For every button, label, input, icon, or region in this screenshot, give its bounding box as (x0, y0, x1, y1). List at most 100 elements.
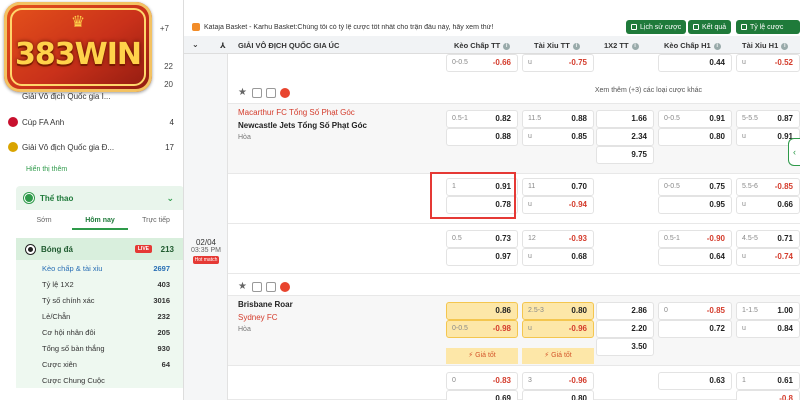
odds-cell[interactable]: 0.64 (658, 248, 732, 266)
side-collapse-tab[interactable]: ‹ (788, 138, 800, 166)
column-header-label: Tài Xỉu TT (534, 41, 570, 50)
brand-logo[interactable]: ♛ 383WIN (4, 2, 152, 92)
odds-cell[interactable]: 0.86 (446, 302, 518, 320)
info-icon[interactable]: i (713, 42, 721, 50)
odds-cell[interactable]: 11.5 0.88 (522, 110, 594, 128)
odds-cell[interactable]: 2.20 (596, 320, 654, 338)
bet-type-item[interactable]: Cơ hội nhân đôi 205 (16, 324, 183, 340)
bet-type-item[interactable]: Kèo chấp & tài xỉu 2697 (16, 260, 183, 276)
away-team[interactable]: Sydney FC (238, 313, 438, 322)
odds-cell[interactable]: 1-1.5 1.00 (736, 302, 800, 320)
eye-icon[interactable] (266, 88, 276, 98)
chevron-down-icon[interactable]: ⌄ (192, 40, 199, 49)
tab-live[interactable]: Trực tiếp (128, 212, 183, 230)
home-team[interactable]: Macarthur FC Tổng Số Phạt Góc (238, 108, 438, 117)
odds-cell[interactable]: u -0.52 (736, 54, 800, 72)
handicap-label: 0 (664, 307, 668, 314)
handicap-label: u (528, 133, 532, 140)
odds-cell[interactable]: u 0.68 (522, 248, 594, 266)
bet-type-item[interactable]: Tỷ số chính xác 3016 (16, 292, 183, 308)
odds-value: -0.93 (568, 234, 587, 243)
odds-cell[interactable]: 5-5.5 0.87 (736, 110, 800, 128)
stats-icon[interactable] (252, 282, 262, 292)
odds-cell[interactable]: 0-0.5 0.91 (658, 110, 732, 128)
show-more-link[interactable]: Hiển thị thêm (26, 166, 67, 173)
odds-column-header: ⌄ ⅄ GIẢI VÔ ĐỊCH QUỐC GIA ÚC Kèo Chấp TT… (184, 36, 800, 54)
odds-cell[interactable]: 0.95 (658, 196, 732, 214)
odds-cell[interactable]: 1.66 (596, 110, 654, 128)
odds-cell[interactable]: u -0.75 (522, 54, 594, 72)
odds-cell[interactable]: u 0.84 (736, 320, 800, 338)
bet-type-item[interactable]: Cược xiên 64 (16, 356, 183, 372)
star-icon[interactable]: ★ (238, 88, 248, 98)
left-sidebar: ♛ 383WIN +7 22 20 Giải Vô địch Quốc gia … (0, 0, 184, 400)
info-icon[interactable]: i (781, 42, 789, 50)
hot-match-badge: Hot match (192, 256, 220, 264)
info-icon[interactable]: i (631, 42, 639, 50)
odds-cell[interactable]: 0-0.5 0.75 (658, 178, 732, 196)
odds-cell[interactable]: 4.5-5 0.71 (736, 230, 800, 248)
odds-cell[interactable]: 0-0.5 -0.66 (446, 54, 518, 72)
star-icon[interactable]: ★ (238, 282, 248, 292)
odds-cell[interactable]: 0.88 (446, 128, 518, 146)
odds-cell[interactable]: 0.69 (446, 390, 518, 400)
info-icon[interactable]: i (503, 42, 511, 50)
odds-cell[interactable]: 2.86 (596, 302, 654, 320)
bet-type-item[interactable]: Lẻ/Chẵn 232 (16, 308, 183, 324)
tab-today[interactable]: Hôm nay (72, 212, 128, 230)
odds-cell[interactable]: 11 0.70 (522, 178, 594, 196)
bet-history-button[interactable]: Lịch sử cược (626, 20, 687, 34)
bet-type-item[interactable]: Cược Chung Cuộc (16, 372, 183, 388)
fire-icon[interactable] (280, 88, 290, 98)
sport-item-football[interactable]: Bóng đá LIVE 213 (16, 238, 183, 260)
bet-type-item[interactable]: Tỷ lệ 1X2 403 (16, 276, 183, 292)
odds-cell[interactable]: u 0.66 (736, 196, 800, 214)
odds-cell[interactable]: u 0.85 (522, 128, 594, 146)
bet-type-label: Kèo chấp & tài xỉu (42, 263, 103, 273)
odds-cell[interactable]: 0 -0.83 (446, 372, 518, 390)
home-team[interactable]: Brisbane Roar (238, 300, 438, 309)
odds-cell[interactable]: 1 0.61 (736, 372, 800, 390)
odds-cell[interactable]: -0.8 (736, 390, 800, 400)
fire-icon[interactable] (280, 282, 290, 292)
odds-cell[interactable]: 0 -0.85 (658, 302, 732, 320)
odds-value: 0.80 (709, 132, 725, 141)
eye-icon[interactable] (266, 282, 276, 292)
odds-cell[interactable]: 0.44 (658, 54, 732, 72)
odds-cell[interactable]: 0.5 0.73 (446, 230, 518, 248)
odds-cell[interactable]: 0-0.5 -0.98 (446, 320, 518, 338)
more-bets-link[interactable]: Xem thêm (+3) các loại cược khác (595, 87, 702, 94)
info-icon[interactable]: i (572, 42, 580, 50)
odds-cell[interactable]: 0.63 (658, 372, 732, 390)
odds-cell[interactable]: u -0.96 (522, 320, 594, 338)
bet-type-item[interactable]: Tổng số bàn thắng 930 (16, 340, 183, 356)
odds-cell[interactable]: 0.5-1 0.82 (446, 110, 518, 128)
sidebar-league-item[interactable]: Giải Vô địch Quốc gia Đ... 17 (0, 137, 183, 157)
odds-cell[interactable]: 12 -0.93 (522, 230, 594, 248)
odds-cell[interactable]: 2.5-3 0.80 (522, 302, 594, 320)
odds-value: -0.85 (706, 306, 725, 315)
odds-cell[interactable]: 0.72 (658, 320, 732, 338)
odds-cell[interactable]: 0.80 (658, 128, 732, 146)
odds-cell[interactable]: 2.34 (596, 128, 654, 146)
odds-cell[interactable]: 0.97 (446, 248, 518, 266)
odds-cell[interactable]: u -0.74 (736, 248, 800, 266)
stats-icon[interactable] (252, 88, 262, 98)
odds-cell[interactable]: 9.75 (596, 146, 654, 164)
sidebar-league-item[interactable]: Cúp FA Anh 4 (0, 112, 183, 132)
chevron-down-icon[interactable]: ⌄ (166, 193, 174, 204)
odds-cell[interactable]: 0.5-1 -0.90 (658, 230, 732, 248)
league-count: +7 (159, 24, 169, 33)
results-button[interactable]: Kết quả (688, 20, 732, 34)
tab-early[interactable]: Sớm (16, 212, 72, 230)
away-team[interactable]: Newcastle Jets Tổng Số Phạt Góc (238, 121, 438, 130)
basketball-icon (192, 23, 200, 31)
sports-section-header[interactable]: Thể thao ⌄ (16, 186, 183, 210)
odds-cell[interactable]: 3.50 (596, 338, 654, 356)
odds-value: 1.66 (631, 114, 647, 123)
odds-cell[interactable]: 5.5-6 -0.85 (736, 178, 800, 196)
odds-cell[interactable]: 3 -0.96 (522, 372, 594, 390)
odds-cell[interactable]: 0.80 (522, 390, 594, 400)
odds-button[interactable]: Tỷ lệ cược (736, 20, 800, 34)
odds-cell[interactable]: u -0.94 (522, 196, 594, 214)
